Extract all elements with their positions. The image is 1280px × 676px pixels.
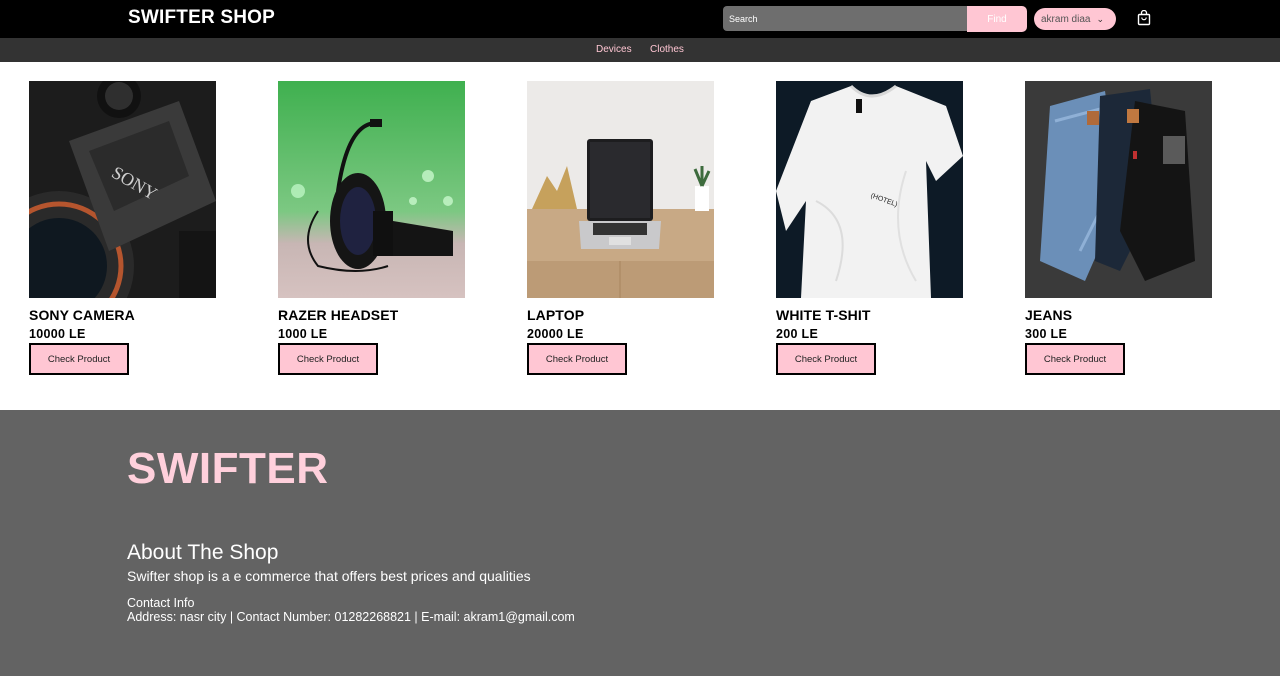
footer: SWIFTER About The Shop Swifter shop is a… [0,410,1280,676]
jeans-photo[interactable] [1025,81,1212,298]
product-card: JEANS 300 LE Check Product [1025,81,1212,375]
contact-heading: Contact Info [127,596,195,610]
product-name: WHITE T-SHIT [776,307,871,323]
product-price: 200 LE [776,327,819,341]
product-card: SONY SONY CAMERA 10000 LE Check Product [29,81,216,375]
product-card: RAZER HEADSET 1000 LE Check Product [278,81,465,375]
check-product-button[interactable]: Check Product [776,343,876,375]
footer-logo: SWIFTER [127,444,329,493]
check-product-button[interactable]: Check Product [527,343,627,375]
about-text: Swifter shop is a e commerce that offers… [127,568,531,584]
shopping-bag-icon[interactable] [1137,10,1151,26]
nav-item-devices[interactable]: Devices [596,44,632,55]
headset-photo[interactable] [278,81,465,298]
camera-photo[interactable]: SONY [29,81,216,298]
check-product-button[interactable]: Check Product [278,343,378,375]
check-product-button[interactable]: Check Product [1025,343,1125,375]
product-price: 1000 LE [278,327,328,341]
product-name: SONY CAMERA [29,307,135,323]
product-card: LAPTOP 20000 LE Check Product [527,81,714,375]
contact-details: Address: nasr city | Contact Number: 012… [127,610,575,624]
about-heading: About The Shop [127,541,279,564]
laptop-photo[interactable] [527,81,714,298]
search-input[interactable] [723,6,968,31]
site-logo[interactable]: SWIFTER SHOP [128,7,275,29]
nav-item-clothes[interactable]: Clothes [650,44,684,55]
check-product-button[interactable]: Check Product [29,343,129,375]
category-nav: Devices Clothes [0,38,1280,62]
product-name: RAZER HEADSET [278,307,399,323]
tshirt-photo[interactable]: (HOTEL) [776,81,963,298]
top-header: SWIFTER SHOP Find akram diaa ⌄ [0,0,1280,38]
product-name: LAPTOP [527,307,585,323]
find-button[interactable]: Find [967,6,1027,32]
user-menu[interactable]: akram diaa ⌄ [1034,8,1116,30]
user-name: akram diaa [1041,13,1091,25]
product-price: 300 LE [1025,327,1068,341]
product-price: 20000 LE [527,327,584,341]
chevron-down-icon: ⌄ [1096,13,1105,24]
product-card: (HOTEL) WHITE T-SHIT 200 LE Check Produc… [776,81,963,375]
product-name: JEANS [1025,307,1073,323]
product-price: 10000 LE [29,327,86,341]
